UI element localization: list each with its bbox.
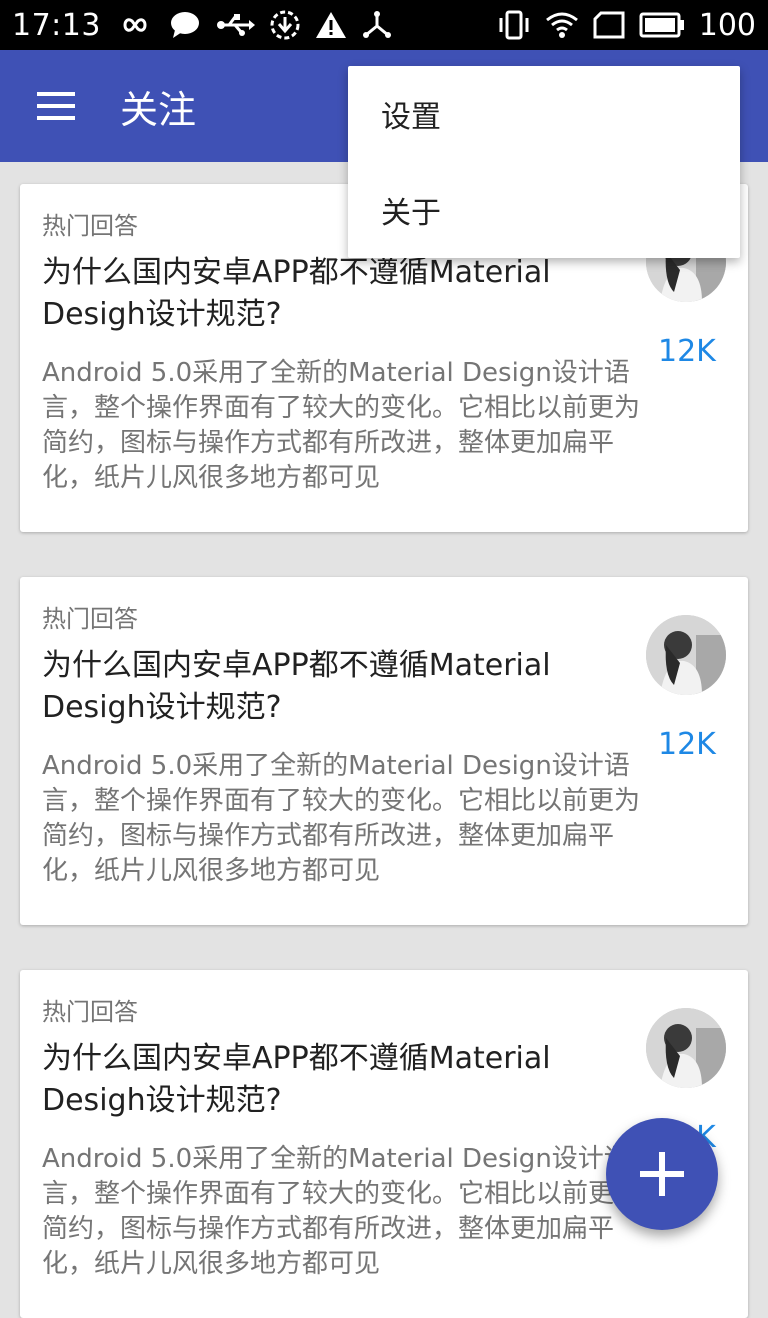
warning-icon <box>315 10 347 40</box>
sim-icon <box>593 11 625 39</box>
card-title[interactable]: 为什么国内安卓APP都不遵循Material Desigh设计规范? <box>42 1038 602 1122</box>
infinity-icon <box>115 13 155 37</box>
battery-icon <box>639 12 685 38</box>
card-excerpt: Android 5.0采用了全新的Material Design设计语言，整个操… <box>42 358 641 493</box>
card-excerpt: Android 5.0采用了全新的Material Design设计语言，整个操… <box>42 1144 641 1279</box>
hamburger-menu-icon[interactable] <box>0 50 112 162</box>
vote-count: 12K <box>658 334 716 369</box>
download-icon <box>269 9 301 41</box>
plus-icon <box>640 1152 684 1196</box>
card-title[interactable]: 为什么国内安卓APP都不遵循Material Desigh设计规范? <box>42 252 602 336</box>
wifi-icon <box>545 11 579 39</box>
page-title: 关注 <box>120 87 197 132</box>
status-bar: 17:13 100 <box>0 0 768 50</box>
card-category: 热门回答 <box>42 998 138 1026</box>
battery-level: 100 <box>698 7 756 43</box>
chat-bubble-icon <box>169 10 201 40</box>
menu-item-about[interactable]: 关于 <box>348 162 740 258</box>
usb-icon <box>215 12 255 38</box>
share-node-icon <box>361 10 393 40</box>
vibrate-icon <box>497 10 531 40</box>
card-category: 热门回答 <box>42 605 138 633</box>
menu-item-settings[interactable]: 设置 <box>348 66 740 162</box>
avatar[interactable] <box>646 615 726 695</box>
status-right: 100 <box>497 8 756 43</box>
status-left: 17:13 <box>12 8 393 43</box>
question-card[interactable]: 热门回答 为什么国内安卓APP都不遵循Material Desigh设计规范? … <box>20 577 748 925</box>
overflow-menu: 设置 关于 <box>348 66 740 258</box>
card-title[interactable]: 为什么国内安卓APP都不遵循Material Desigh设计规范? <box>42 645 602 729</box>
avatar[interactable] <box>646 1008 726 1088</box>
card-category: 热门回答 <box>42 212 138 240</box>
add-fab-button[interactable] <box>606 1118 718 1230</box>
status-time: 17:13 <box>12 7 101 43</box>
vote-count: 12K <box>658 727 716 762</box>
card-excerpt: Android 5.0采用了全新的Material Design设计语言，整个操… <box>42 751 641 886</box>
